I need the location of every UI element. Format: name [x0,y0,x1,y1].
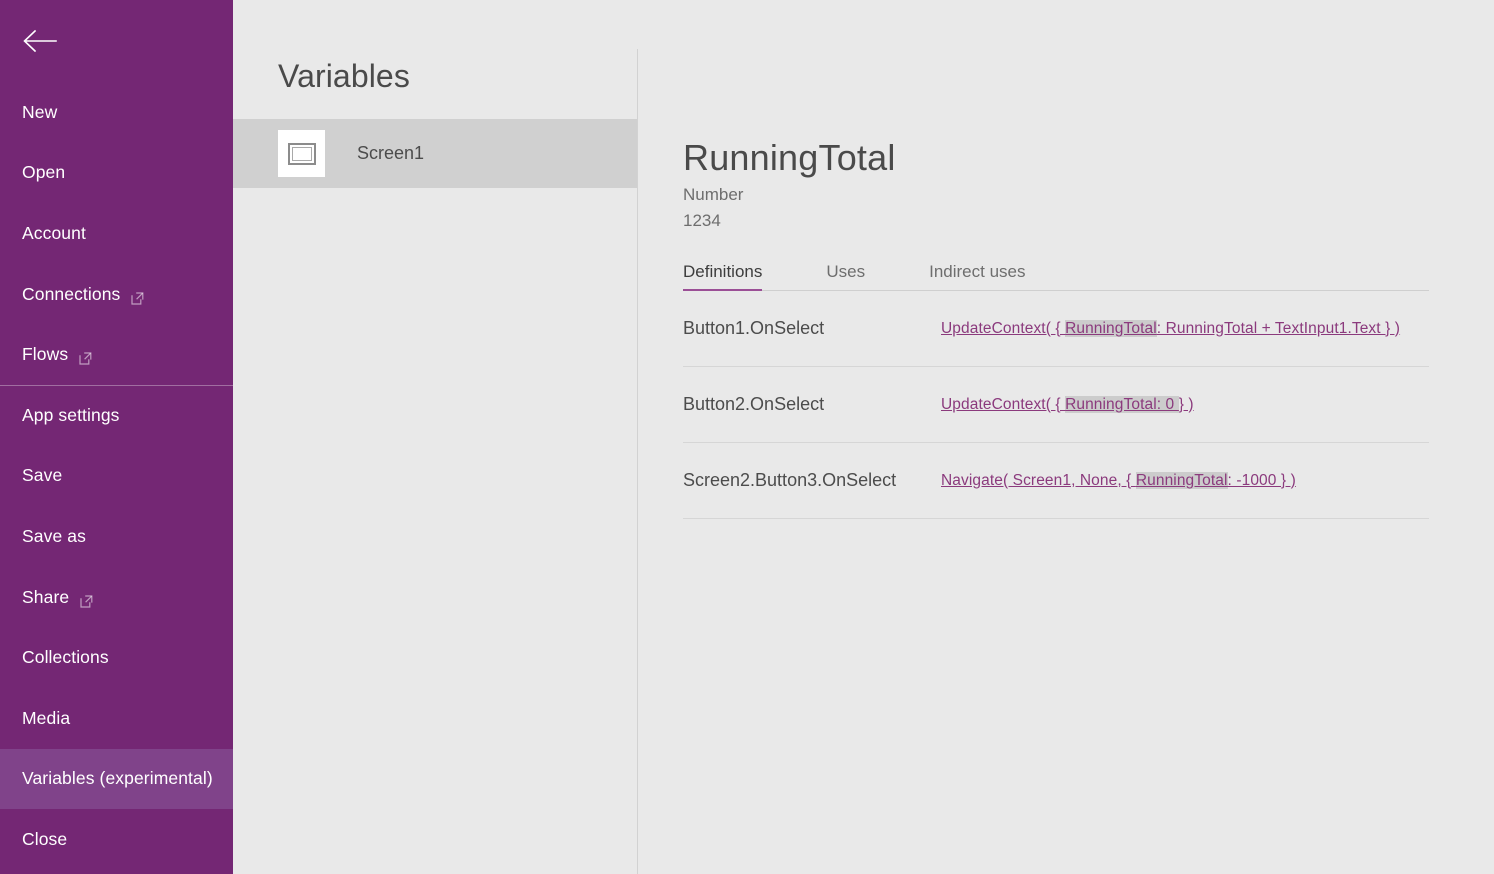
definition-row: Button1.OnSelectUpdateContext( { Running… [683,291,1429,367]
formula-prefix: Navigate( Screen1, None, { [941,472,1136,489]
sidebar-item-media[interactable]: Media [0,688,233,749]
variables-panel: Variables Screen1 [233,0,638,874]
definition-source: Screen2.Button3.OnSelect [683,470,941,491]
variable-detail-panel: RunningTotal Number 1234 Definitions Uses… [638,0,1494,874]
sidebar-item-label: Share [22,587,69,608]
tab-definitions[interactable]: Definitions [683,262,762,290]
formula-suffix: } ) [1179,396,1194,413]
formula-prefix: UpdateContext( { [941,320,1065,337]
sidebar-item-label: App settings [22,405,120,426]
sidebar-item-label: Media [22,708,70,729]
sidebar-item-label: Account [22,223,86,244]
definition-source: Button2.OnSelect [683,394,941,415]
formula-suffix: : RunningTotal + TextInput1.Text } ) [1157,320,1400,337]
sidebar-item-save-as[interactable]: Save as [0,506,233,567]
back-arrow-icon [22,28,58,54]
screen-list: Screen1 [233,119,638,188]
external-link-icon [131,289,144,302]
screen-list-item-label: Screen1 [357,143,424,164]
definition-formula-link[interactable]: Navigate( Screen1, None, { RunningTotal:… [941,472,1296,490]
tab-label: Definitions [683,262,762,281]
sidebar-item-label: Save [22,465,62,486]
sidebar-item-collections[interactable]: Collections [0,627,233,688]
tab-label: Indirect uses [929,262,1025,281]
sidebar-item-share[interactable]: Share [0,567,233,628]
detail-tabs: Definitions Uses Indirect uses [683,262,1429,291]
formula-suffix: : -1000 } ) [1228,472,1296,489]
sidebar-item-label: New [22,102,57,123]
sidebar-item-label: Close [22,829,67,850]
definition-formula-link[interactable]: UpdateContext( { RunningTotal: 0 } ) [941,396,1194,414]
variable-name: RunningTotal [683,135,1494,181]
sidebar-item-open[interactable]: Open [0,143,233,204]
definition-row: Screen2.Button3.OnSelectNavigate( Screen… [683,443,1429,519]
sidebar-item-flows[interactable]: Flows [0,324,233,385]
variable-type: Number [683,185,1494,205]
formula-prefix: UpdateContext( { [941,396,1065,413]
main-sidebar: New Open Account Connections Flows App settin… [0,0,233,874]
screen-icon [278,130,325,177]
sidebar-item-close[interactable]: Close [0,809,233,870]
definition-source: Button1.OnSelect [683,318,941,339]
tab-indirect-uses[interactable]: Indirect uses [929,262,1025,290]
definition-formula-link[interactable]: UpdateContext( { RunningTotal: RunningTo… [941,320,1400,338]
variable-detail-content: RunningTotal Number 1234 Definitions Uses… [638,0,1494,519]
sidebar-item-save[interactable]: Save [0,446,233,507]
formula-highlighted-variable: RunningTotal [1065,320,1157,337]
screen-list-item[interactable]: Screen1 [233,119,638,188]
variables-panel-title: Variables [233,0,638,97]
sidebar-item-connections[interactable]: Connections [0,264,233,325]
sidebar-item-app-settings[interactable]: App settings [0,385,233,446]
sidebar-item-account[interactable]: Account [0,203,233,264]
sidebar-item-variables-experimental[interactable]: Variables (experimental) [0,749,233,810]
definition-row: Button2.OnSelectUpdateContext( { Running… [683,367,1429,443]
tab-label: Uses [826,262,865,281]
sidebar-item-new[interactable]: New [0,82,233,143]
external-link-icon [79,349,92,362]
sidebar-item-label: Variables (experimental) [22,768,213,789]
back-button[interactable] [0,0,233,82]
sidebar-item-label: Open [22,162,65,183]
definitions-table: Button1.OnSelectUpdateContext( { Running… [683,291,1429,519]
sidebar-item-label: Collections [22,647,109,668]
variable-value: 1234 [683,211,1494,231]
app-root: New Open Account Connections Flows App settin… [0,0,1494,874]
formula-highlighted-variable: RunningTotal [1136,472,1228,489]
tab-uses[interactable]: Uses [826,262,865,290]
sidebar-nav-list: New Open Account Connections Flows App settin… [0,82,233,870]
external-link-icon [80,592,93,605]
sidebar-item-label: Save as [22,526,86,547]
sidebar-item-label: Connections [22,284,120,305]
sidebar-item-label: Flows [22,344,68,365]
formula-highlighted-variable: RunningTotal: 0 [1065,396,1179,413]
